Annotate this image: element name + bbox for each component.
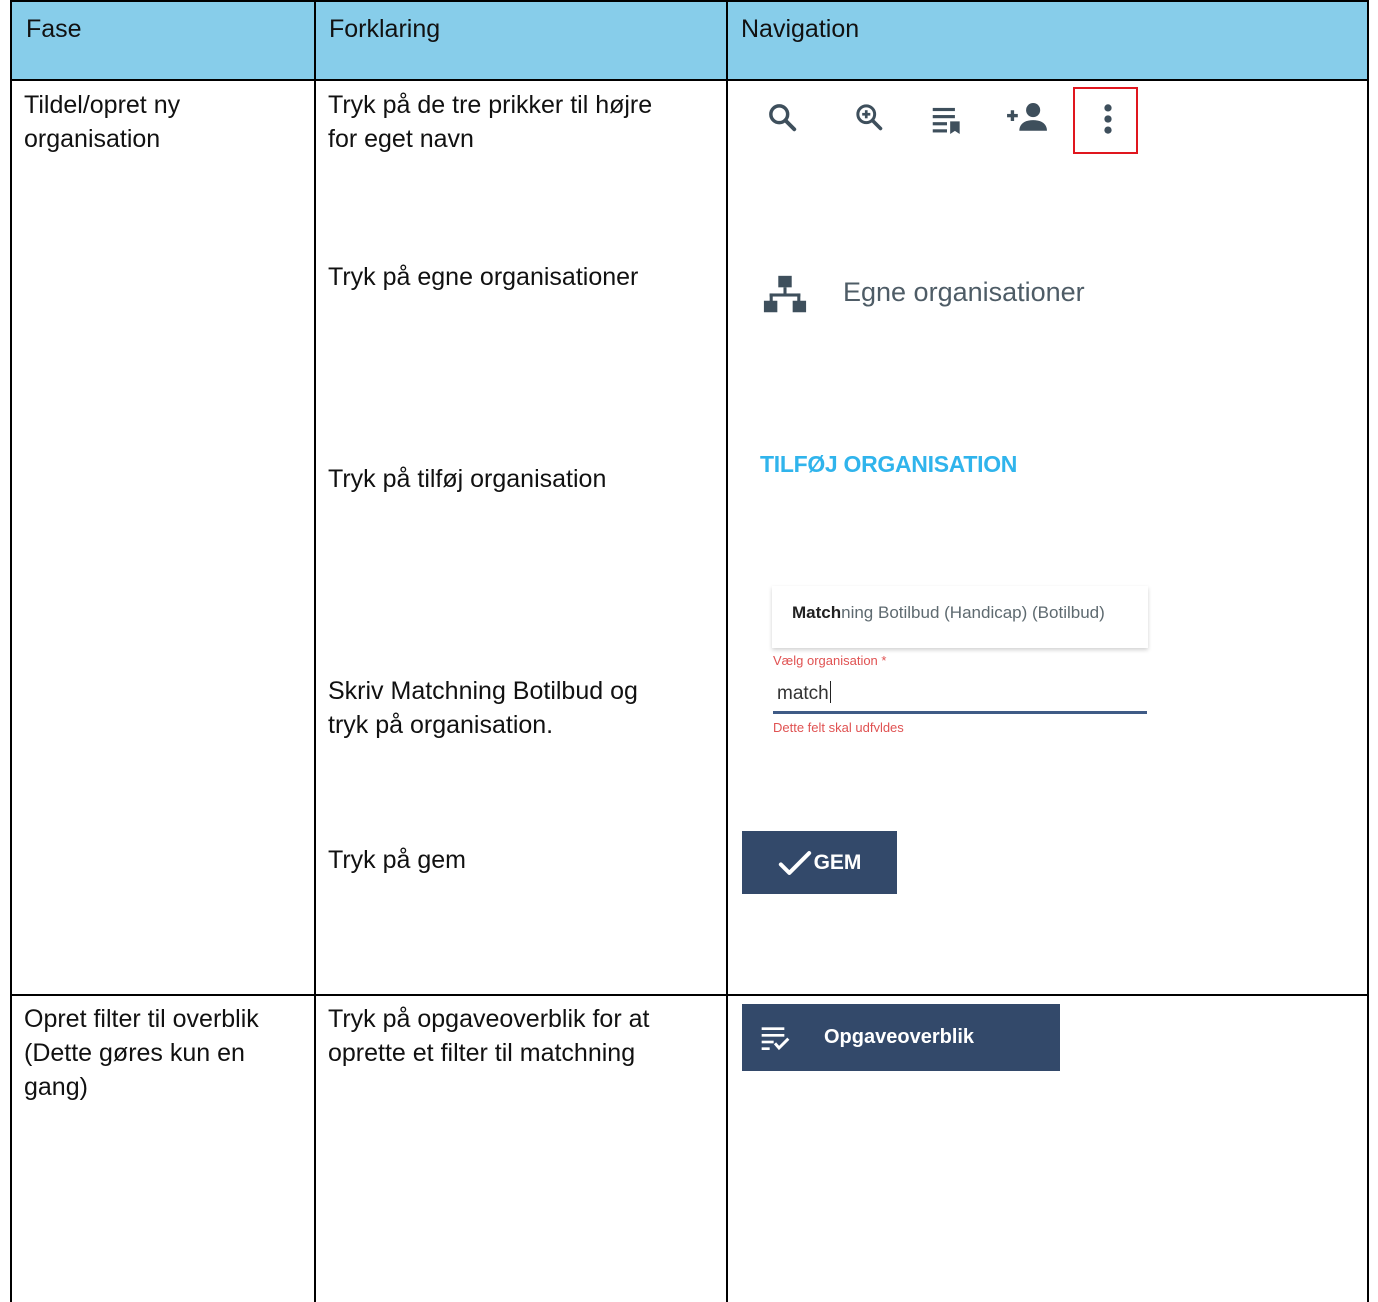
table-row-divider-header — [10, 79, 1369, 81]
row1-fase: Tildel/opret ny organisation — [24, 88, 180, 156]
list-bookmark-icon[interactable] — [928, 100, 966, 138]
row1-step1-line2: for eget navn — [328, 125, 474, 153]
row1-step4-text: Skriv Matchning Botilbud og tryk på orga… — [328, 674, 638, 742]
row1-step3-line1: Tryk på tilføj organisation — [328, 465, 607, 493]
autocomplete-panel: Matchning Botilbud (Handicap) (Botilbud) — [772, 586, 1148, 648]
autocomplete-option[interactable]: Matchning Botilbud (Handicap) (Botilbud) — [792, 603, 1105, 623]
row1-step4-line1: Skriv Matchning Botilbud og — [328, 677, 638, 705]
option-match-rest: ning Botilbud (Handicap) (Botilbud) — [841, 603, 1105, 622]
row2-step1-line1: Tryk på opgaveoverblik for at — [328, 1005, 650, 1033]
table-row-divider-1 — [10, 994, 1369, 996]
table-col-divider-2 — [726, 0, 728, 1302]
task-list-check-icon — [759, 1024, 791, 1052]
text-caret — [829, 681, 831, 703]
row1-step5-text: Tryk på gem — [328, 843, 466, 877]
highlight-box — [1073, 87, 1138, 154]
gem-button-label: GEM — [813, 850, 862, 874]
row1-fase-line1: Tildel/opret ny — [24, 91, 181, 119]
row2-step1-line2: oprette et filter til matchning — [328, 1039, 636, 1067]
field-error: Dette felt skal udfyldes — [773, 720, 904, 732]
opgaveoverblik-label: Opgaveoverblik — [824, 1026, 975, 1048]
header-fase: Fase — [26, 15, 82, 43]
row1-step4-line2: tryk på organisation. — [328, 711, 554, 739]
row1-step3-text: Tryk på tilføj organisation — [328, 462, 606, 496]
header-forklaring: Forklaring — [329, 15, 441, 43]
row1-step5-line1: Tryk på gem — [328, 846, 467, 874]
field-label: Vælg organisation * — [773, 653, 887, 668]
gem-button[interactable]: GEM — [742, 831, 897, 894]
table-border-top — [10, 0, 1369, 2]
row2-step1-text: Tryk på opgaveoverblik for at oprette et… — [328, 1002, 649, 1070]
check-icon — [778, 850, 812, 876]
table-col-divider-1 — [314, 0, 316, 1302]
table-border-right — [1367, 0, 1369, 1302]
sitemap-icon — [762, 273, 808, 317]
header-navigation: Navigation — [741, 15, 860, 43]
row2-fase-line1: Opret filter til overblik — [24, 1005, 259, 1033]
option-match-bold: Match — [792, 603, 842, 622]
add-person-icon[interactable] — [1004, 98, 1050, 136]
row2-fase-line3: gang) — [24, 1073, 88, 1101]
row2-fase-line2: (Dette gøres kun en — [24, 1039, 245, 1067]
opgaveoverblik-button[interactable]: Opgaveoverblik — [742, 1004, 1060, 1071]
row2-fase: Opret filter til overblik (Dette gøres k… — [24, 1002, 259, 1104]
row1-fase-line2: organisation — [24, 125, 161, 153]
input-underline — [773, 711, 1147, 714]
organisation-input-value: match — [777, 683, 829, 704]
zoom-in-icon[interactable] — [852, 100, 888, 136]
row1-step2-line1: Tryk på egne organisationer — [328, 263, 639, 291]
row1-step2-text: Tryk på egne organisationer — [328, 260, 638, 294]
organisation-input[interactable]: match — [777, 681, 831, 705]
row1-step1-line1: Tryk på de tre prikker til højre — [328, 91, 653, 119]
tilfoj-organisation-link[interactable]: TILFØJ ORGANISATION — [760, 451, 1017, 478]
table-border-left — [10, 0, 12, 1302]
egne-organisationer-link[interactable]: Egne organisationer — [843, 277, 1085, 308]
row1-step1-text: Tryk på de tre prikker til højre for ege… — [328, 88, 652, 156]
search-icon[interactable] — [765, 100, 801, 136]
